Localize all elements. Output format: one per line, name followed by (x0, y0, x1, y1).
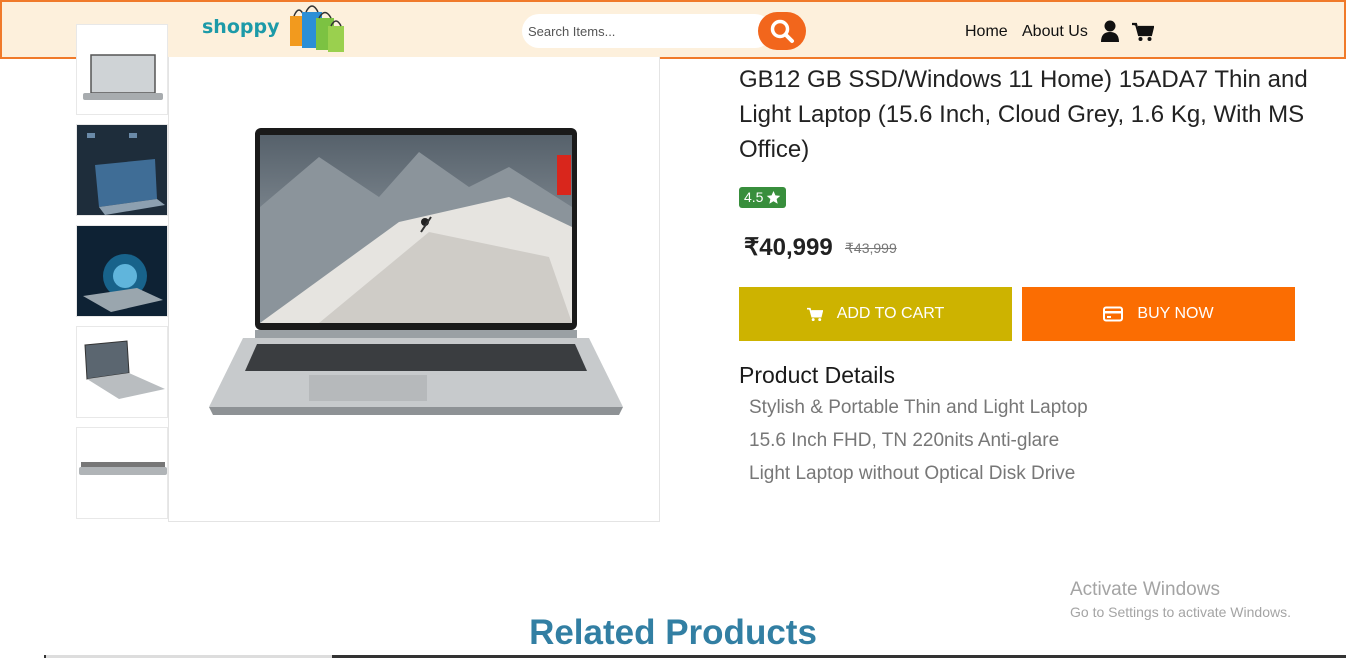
thumbnail-2[interactable] (76, 124, 168, 216)
rating-value: 4.5 (744, 189, 764, 205)
feature-item: Light Laptop without Optical Disk Drive (749, 463, 1076, 484)
product-main-image (168, 57, 660, 522)
star-icon (767, 190, 781, 204)
nav-home-link[interactable]: Home (965, 23, 1008, 41)
laptop-battery-thumbnail (77, 226, 167, 316)
logo-text[interactable]: shoppy (202, 16, 279, 38)
product-title: GB12 GB SSD/Windows 11 Home) 15ADA7 Thin… (739, 66, 1308, 163)
thumbnail-5[interactable] (76, 427, 168, 519)
top-navbar: shoppy Home About Us (0, 0, 1346, 59)
feature-item: 15.6 Inch FHD, TN 220nits Anti-glare (749, 430, 1060, 451)
cart-icon[interactable] (1132, 22, 1154, 42)
rating-badge: 4.5 (739, 187, 787, 208)
laptop-side-thumbnail (79, 462, 167, 475)
product-price: ₹40,999 (744, 234, 833, 261)
laptop-features-thumbnail (77, 125, 167, 215)
search-input[interactable] (522, 14, 772, 48)
related-products-heading: Related Products (529, 613, 817, 652)
cart-icon (806, 307, 823, 321)
laptop-angle-thumbnail (84, 340, 165, 399)
add-to-cart-button[interactable]: ADD TO CART (739, 287, 1012, 341)
thumbnail-4[interactable] (76, 326, 168, 418)
buy-now-label: BUY NOW (1137, 305, 1214, 322)
search-icon (770, 19, 794, 43)
activate-windows-title: Activate Windows (1070, 579, 1220, 600)
thumbnail-3[interactable] (76, 225, 168, 317)
product-mrp: ₹43,999 (845, 240, 897, 256)
laptop-front-thumbnail (83, 54, 163, 100)
feature-item: Stylish & Portable Thin and Light Laptop (749, 397, 1088, 418)
thumbnail-1[interactable] (76, 24, 168, 115)
product-details-heading: Product Details (739, 362, 895, 388)
laptop-main-image (209, 128, 623, 415)
user-icon[interactable] (1101, 20, 1119, 42)
search-bar (522, 12, 806, 50)
buy-now-button[interactable]: BUY NOW (1022, 287, 1295, 341)
search-button[interactable] (758, 12, 806, 50)
shopping-bags-logo-icon[interactable] (288, 2, 346, 56)
credit-card-icon (1103, 306, 1124, 322)
nav-about-link[interactable]: About Us (1022, 23, 1088, 41)
add-to-cart-label: ADD TO CART (836, 305, 945, 322)
